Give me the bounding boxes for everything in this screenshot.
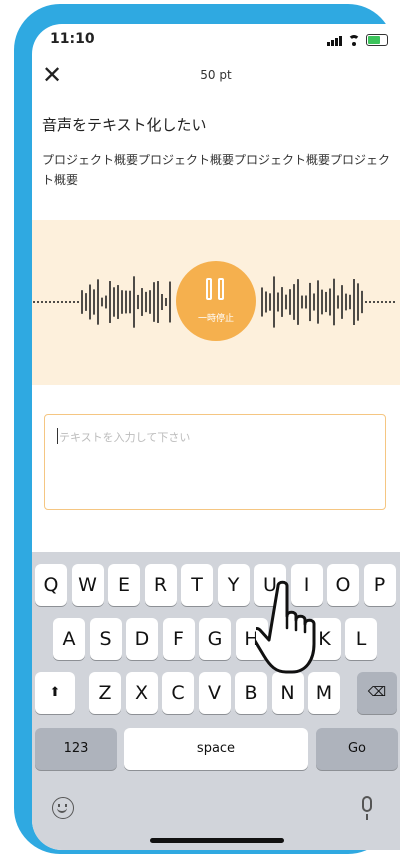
emoji-icon[interactable] xyxy=(52,797,74,819)
key-t[interactable]: T xyxy=(181,564,213,606)
numbers-key[interactable]: 123 xyxy=(35,728,117,770)
battery-icon xyxy=(366,34,388,46)
status-icons xyxy=(327,34,388,46)
top-nav: ✕ 50 pt xyxy=(32,58,400,98)
key-s[interactable]: S xyxy=(89,618,122,660)
points-label: 50 pt xyxy=(200,68,232,82)
pause-label: 一時停止 xyxy=(197,314,234,324)
key-g[interactable]: G xyxy=(199,618,231,660)
task-title: 音声をテキスト化したい xyxy=(42,116,207,134)
key-r[interactable]: R xyxy=(144,564,177,606)
status-bar: 11:10 xyxy=(32,24,400,58)
key-p[interactable]: P xyxy=(363,564,396,606)
pointing-hand-icon xyxy=(256,580,316,674)
key-y[interactable]: Y xyxy=(217,564,250,606)
space-key[interactable]: space xyxy=(124,728,308,770)
delete-icon[interactable]: ⌫ xyxy=(357,672,397,714)
key-a[interactable]: A xyxy=(53,618,85,660)
go-key[interactable]: Go xyxy=(316,728,398,770)
text-input-placeholder: テキストを入力して下さい xyxy=(59,431,191,444)
pause-button[interactable]: 一時停止 xyxy=(176,261,256,341)
key-x[interactable]: X xyxy=(125,672,158,714)
phone-screen: 11:10 ✕ 50 pt 音声をテキスト化したい プロジェクト概要プロジェクト… xyxy=(32,24,400,850)
shift-icon[interactable]: ⬆ xyxy=(35,672,75,714)
keyboard: QWERTYUIOPASDFGHJKL⬆ZXCVBNM⌫123spaceGo xyxy=(32,552,400,850)
recorder-panel: 一時停止 xyxy=(32,220,400,385)
microphone-stand xyxy=(366,814,368,820)
pause-icon xyxy=(206,278,226,302)
key-z[interactable]: Z xyxy=(89,672,121,714)
key-q[interactable]: Q xyxy=(35,564,67,606)
key-w[interactable]: W xyxy=(71,564,104,606)
text-input[interactable]: テキストを入力して下さい xyxy=(44,414,386,510)
key-l[interactable]: L xyxy=(345,618,377,660)
key-c[interactable]: C xyxy=(162,672,194,714)
wifi-icon xyxy=(347,35,361,46)
key-d[interactable]: D xyxy=(126,618,158,660)
status-time: 11:10 xyxy=(50,31,95,47)
key-o[interactable]: O xyxy=(327,564,359,606)
key-f[interactable]: F xyxy=(162,618,195,660)
microphone-icon[interactable] xyxy=(362,796,372,812)
text-cursor xyxy=(57,428,58,444)
key-v[interactable]: V xyxy=(198,672,231,714)
task-description: プロジェクト概要プロジェクト概要プロジェクト概要プロジェクト概要 xyxy=(42,153,391,187)
signal-icon xyxy=(327,36,342,46)
home-indicator xyxy=(150,838,284,843)
key-e[interactable]: E xyxy=(108,564,140,606)
